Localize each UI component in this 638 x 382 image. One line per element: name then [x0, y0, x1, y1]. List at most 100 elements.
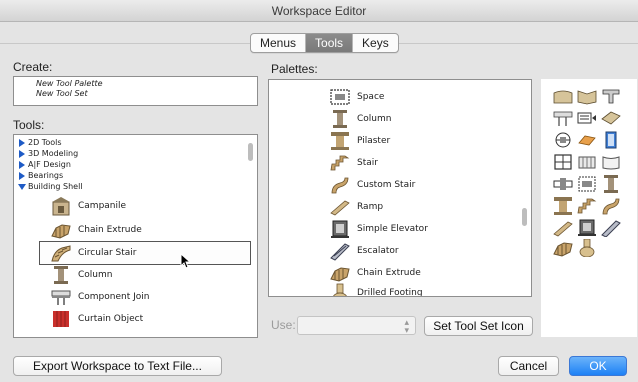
- tree-group-af-design[interactable]: A|F Design: [18, 160, 71, 170]
- campanile-icon: [52, 197, 70, 216]
- tree-group-3d-modeling[interactable]: 3D Modeling: [18, 149, 78, 159]
- escalator-icon: [330, 243, 350, 261]
- tree-group-building-shell[interactable]: Building Shell: [18, 182, 83, 192]
- window-titlebar: Workspace Editor: [0, 0, 638, 22]
- palette-item-label: Column: [357, 114, 392, 124]
- set-tool-set-icon-button[interactable]: Set Tool Set Icon: [424, 316, 533, 336]
- palette-item-label: Simple Elevator: [357, 224, 428, 234]
- palette-item-label: Escalator: [357, 246, 399, 256]
- palette-item-pilaster[interactable]: Pilaster: [329, 130, 390, 152]
- roof-icon[interactable]: [577, 131, 597, 149]
- palette-item-label: Custom Stair: [357, 180, 416, 190]
- disclosure-triangle-icon[interactable]: [18, 171, 28, 181]
- tool-item-column[interactable]: Column: [50, 264, 250, 286]
- tool-item-campanile[interactable]: Campanile: [50, 195, 250, 217]
- component-join-icon[interactable]: [553, 109, 573, 127]
- tool-item-circular-stair[interactable]: Circular Stair: [39, 241, 251, 265]
- palette-item-label: Ramp: [357, 202, 384, 212]
- wall-icon[interactable]: [553, 87, 573, 105]
- stair-icon[interactable]: [577, 197, 597, 215]
- export-workspace-button[interactable]: Export Workspace to Text File...: [13, 356, 222, 376]
- door-swing-icon[interactable]: [553, 131, 573, 149]
- round-wall-icon[interactable]: [577, 87, 597, 105]
- disclosure-triangle-icon[interactable]: [18, 138, 28, 148]
- ramp-icon: [330, 200, 350, 216]
- palette-item-escalator[interactable]: Escalator: [329, 240, 399, 262]
- tool-item-label: Column: [78, 270, 113, 280]
- ramp-icon[interactable]: [553, 219, 573, 237]
- tab-menus[interactable]: Menus: [251, 34, 307, 52]
- disclosure-triangle-icon[interactable]: [18, 149, 28, 159]
- palette-item-label: Pilaster: [357, 136, 391, 146]
- palette-item-column[interactable]: Column: [329, 108, 391, 130]
- tools-scrollbar-thumb[interactable]: [248, 143, 253, 161]
- palette-item-stair[interactable]: Stair: [329, 152, 378, 174]
- chain-extrude-icon[interactable]: [553, 239, 573, 257]
- window-icon[interactable]: [553, 153, 573, 171]
- palette-item-simple-elevator[interactable]: Simple Elevator: [329, 218, 428, 240]
- use-select[interactable]: ▴ ▾: [297, 316, 416, 335]
- tool-item-label: Campanile: [78, 201, 127, 211]
- tool-item-label: Curtain Object: [78, 314, 144, 324]
- new-tool-palette-item[interactable]: New Tool Palette: [36, 79, 257, 89]
- palette-item-space[interactable]: Space: [329, 86, 384, 108]
- select-arrows-icon: ▴ ▾: [404, 317, 409, 335]
- tool-item-chain-extrude[interactable]: Chain Extrude: [50, 219, 250, 241]
- tree-group-label: A|F Design: [28, 160, 71, 169]
- door-icon[interactable]: [601, 131, 621, 149]
- create-list: New Tool Palette New Tool Set: [13, 76, 258, 106]
- column-icon: [54, 266, 68, 284]
- palettes-list: Space Column Pilaster Stair Custom Stair: [268, 79, 532, 297]
- tool-item-curtain-object[interactable]: Curtain Object: [50, 308, 250, 330]
- tree-group-label: 3D Modeling: [28, 149, 79, 158]
- drilled-footing-icon: [333, 283, 347, 296]
- palette-item-custom-stair[interactable]: Custom Stair: [329, 174, 415, 196]
- use-label: Use:: [271, 318, 296, 332]
- simple-elevator-icon[interactable]: [577, 219, 597, 237]
- chain-extrude-icon: [330, 267, 350, 282]
- wall-break-icon[interactable]: [553, 175, 573, 193]
- tree-group-bearings[interactable]: Bearings: [18, 171, 63, 181]
- palette-item-label: Chain Extrude: [357, 268, 421, 278]
- column-icon[interactable]: [601, 175, 621, 193]
- wall-tool-icon[interactable]: [577, 109, 597, 127]
- escalator-icon[interactable]: [601, 219, 621, 237]
- simple-elevator-icon: [331, 220, 349, 238]
- cancel-button[interactable]: Cancel: [498, 356, 559, 376]
- create-label: Create:: [13, 60, 53, 74]
- slab-icon[interactable]: [601, 109, 621, 127]
- tree-group-2d-tools[interactable]: 2D Tools: [18, 138, 62, 148]
- tab-keys[interactable]: Keys: [353, 34, 398, 52]
- palettes-label: Palettes:: [271, 62, 318, 76]
- palette-item-ramp[interactable]: Ramp: [329, 196, 383, 218]
- disclosure-triangle-expanded-icon[interactable]: [18, 182, 28, 192]
- curved-wall-icon[interactable]: [601, 153, 621, 171]
- tool-item-label: Chain Extrude: [78, 225, 142, 235]
- pilaster-icon: [331, 132, 349, 150]
- tree-group-label: 2D Tools: [28, 138, 62, 147]
- tool-item-label: Circular Stair: [78, 248, 137, 258]
- chain-extrude-icon: [51, 224, 71, 239]
- curtain-wall-icon[interactable]: [577, 153, 597, 171]
- drilled-footing-icon[interactable]: [577, 239, 597, 257]
- ok-button[interactable]: OK: [569, 356, 627, 376]
- view-tabs: Menus Tools Keys: [250, 33, 399, 53]
- space-icon[interactable]: [577, 175, 597, 193]
- circular-stair-icon: [51, 245, 71, 262]
- disclosure-triangle-icon[interactable]: [18, 160, 28, 170]
- column-icon: [333, 110, 347, 128]
- palettes-scrollbar-thumb[interactable]: [522, 208, 527, 226]
- palette-item-chain-extrude[interactable]: Chain Extrude: [329, 262, 421, 284]
- new-tool-set-item[interactable]: New Tool Set: [36, 89, 257, 99]
- wall-join-icon[interactable]: [601, 87, 621, 105]
- custom-stair-icon[interactable]: [601, 197, 621, 215]
- tool-item-component-join[interactable]: Component Join: [50, 286, 250, 308]
- tab-tools[interactable]: Tools: [306, 34, 354, 52]
- palette-item-label: Drilled Footing: [357, 288, 423, 297]
- tools-label: Tools:: [13, 118, 45, 132]
- window-title: Workspace Editor: [271, 4, 367, 18]
- pilaster-icon[interactable]: [553, 197, 573, 215]
- palette-item-label: Space: [357, 92, 385, 102]
- palette-item-drilled-footing[interactable]: Drilled Footing: [329, 282, 423, 297]
- mouse-pointer-icon: [180, 253, 192, 269]
